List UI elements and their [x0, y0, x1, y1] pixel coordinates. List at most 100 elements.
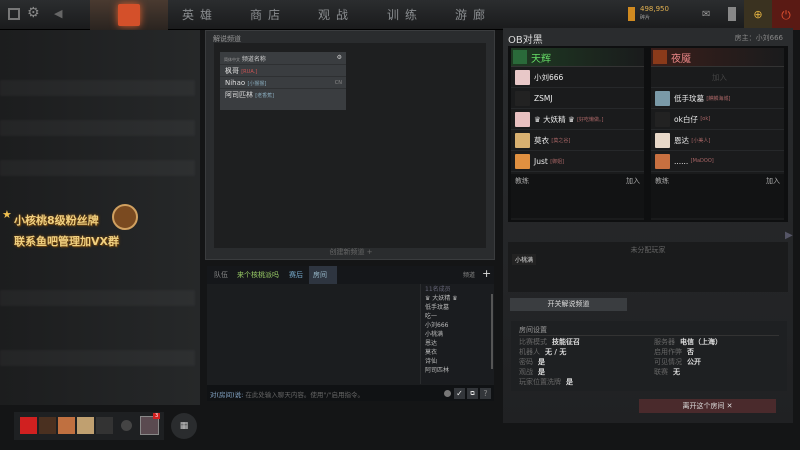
blurred-row [0, 160, 195, 176]
settings-icon[interactable] [121, 420, 132, 431]
player-tag: [御姐] [550, 158, 565, 165]
player-slot[interactable]: ♛ 大妖精 ♛ [好吃懒做。] [511, 109, 644, 130]
setting-value: 否 [687, 348, 694, 356]
popout-icon[interactable]: ⧉ [467, 388, 478, 399]
inventory-icon[interactable] [728, 7, 736, 21]
nav-store[interactable]: 商店 [250, 6, 286, 23]
tab-team[interactable]: 队伍 [214, 270, 228, 280]
party-avatar[interactable] [77, 417, 94, 434]
settings-title: 房间设置 [519, 325, 779, 336]
member-item[interactable]: 莫衣 [421, 347, 494, 356]
nav-arcade[interactable]: 游廊 [455, 6, 491, 23]
party-avatar[interactable] [58, 417, 75, 434]
member-item[interactable]: 小刘666 [421, 320, 494, 329]
unassigned-title: 未分配玩家 [630, 246, 666, 254]
scrollbar[interactable] [491, 294, 493, 369]
setting-label: 启用作弊 [654, 348, 682, 356]
player-slot[interactable]: 加入 [651, 67, 784, 88]
shard-icon [628, 7, 635, 21]
member-item[interactable]: 吃一 [421, 311, 494, 320]
member-item[interactable]: 低手玟墓 [421, 302, 494, 311]
channels-button[interactable]: 频道 [463, 270, 475, 279]
chat-channels-icon[interactable]: ▦ [171, 413, 197, 439]
dota-logo-button[interactable] [90, 0, 168, 30]
coach-join-button[interactable]: 加入 [626, 176, 640, 216]
add-channel-icon[interactable]: + [482, 267, 491, 280]
player-tag: [好吃懒做。] [577, 116, 604, 123]
tab-party[interactable]: 来个核桃派吗 [237, 270, 279, 280]
help-icon[interactable]: ? [480, 388, 491, 399]
player-slot[interactable]: 低手玟墓 [麒麟海城] [651, 88, 784, 109]
top-nav-bar: ⚙ ◀ 英雄 商店 观战 训练 游廊 498,950 碎片 ✉ ⊕ ⏻ [0, 0, 800, 30]
party-avatar[interactable] [39, 417, 56, 434]
chat-placeholder: 在此处输入聊天内容。使用"/"启用指令。 [245, 391, 365, 399]
chat-panel: 队伍 来个核桃派吗 赛后 房间 频道 + 11名成员 ♛ 大妖精 ♛ 低手玟墓 … [207, 266, 494, 401]
nav-heroes[interactable]: 英雄 [182, 6, 218, 23]
power-icon[interactable]: ⏻ [772, 0, 800, 30]
nav-watch[interactable]: 观战 [318, 6, 354, 23]
player-slot[interactable]: ZSMJ [511, 88, 644, 109]
setting-label: 玩家位置洗牌 [519, 378, 561, 386]
channel-row[interactable]: Nihao [小猴猴] CN [220, 76, 346, 88]
mail-icon[interactable]: ✉ [702, 9, 710, 20]
nav-learn[interactable]: 训练 [387, 6, 423, 23]
party-avatar[interactable] [20, 417, 37, 434]
unassigned-player[interactable]: 小桃满 [512, 254, 537, 265]
coach-label: 教练 [655, 177, 669, 185]
plus-icon[interactable]: ⊕ [744, 0, 772, 30]
emoji-icon[interactable] [444, 390, 451, 397]
player-avatar [515, 69, 530, 85]
member-item[interactable]: 诗仙 [421, 356, 494, 365]
player-name: 小刘666 [534, 72, 564, 82]
radiant-label: 天辉 [531, 53, 551, 65]
empty-party-slot[interactable] [96, 417, 113, 434]
radiant-icon [513, 50, 527, 64]
dota-menu-icon[interactable] [8, 8, 20, 20]
player-slot[interactable]: ok白仔 [ok] [651, 109, 784, 130]
player-tag: [ok] [700, 116, 711, 122]
dire-icon [653, 50, 667, 64]
setting-row: 服务器 电信（上海） [654, 337, 722, 347]
promo-line-1: 小核桃8级粉丝牌 [14, 214, 99, 227]
create-channel-button[interactable]: 创建新频道 + [206, 247, 496, 257]
gear-icon[interactable]: ⚙ [27, 5, 40, 21]
member-item[interactable]: 阿司匹林 [421, 365, 494, 374]
radiant-header: 天辉 [511, 48, 644, 67]
setting-label: 服务器 [654, 338, 675, 346]
member-item[interactable]: ♛ 大妖精 ♛ [421, 293, 494, 302]
player-tag: [莫之谷] [551, 137, 571, 144]
setting-label: 联赛 [654, 368, 668, 376]
setting-value: 无 [673, 368, 680, 376]
channel-row[interactable]: 枫哥 [RUA.] [220, 64, 346, 76]
member-item[interactable]: 恩达 [421, 338, 494, 347]
player-avatar [515, 111, 530, 127]
expand-arrow-icon[interactable]: ▶ [785, 230, 793, 241]
back-arrow-icon[interactable]: ◀ [54, 7, 62, 20]
tab-lobby[interactable]: 房间 [309, 266, 337, 284]
tab-postgame[interactable]: 赛后 [289, 270, 303, 280]
player-slot[interactable]: ...... [MaDOO] [651, 151, 784, 172]
settings-icon[interactable]: ⚙ [337, 54, 342, 62]
player-slot[interactable]: 小刘666 [511, 67, 644, 88]
player-slot[interactable]: 莫衣 [莫之谷] [511, 130, 644, 151]
player-name: ...... [674, 156, 689, 166]
dire-header: 夜魇 [651, 48, 784, 67]
channel-name: 阿司匹林 [225, 91, 253, 99]
channel-row[interactable]: 阿司匹林 [老香蕉] [220, 88, 346, 100]
player-name: 低手玟墓 [674, 93, 704, 103]
channel-list-header: 简体中文 频道名称 ⚙ [220, 52, 346, 64]
player-avatar [655, 153, 670, 169]
join-slot-button[interactable]: 加入 [712, 72, 727, 83]
toggle-broadcast-button[interactable]: 开关解说频道 [510, 298, 627, 311]
player-name: ok白仔 [674, 114, 698, 124]
member-item[interactable]: 小桃满 [421, 329, 494, 338]
player-slot[interactable]: 恩达 [小美人] [651, 130, 784, 151]
shards-label: 碎片 [640, 15, 651, 21]
player-name: 恩达 [674, 135, 689, 145]
player-slot[interactable]: Just [御姐] [511, 151, 644, 172]
leave-lobby-button[interactable]: 离开这个房间 ✕ [639, 399, 776, 413]
player-name: 莫衣 [534, 135, 549, 145]
check-icon[interactable]: ✓ [454, 388, 465, 399]
channel-name: 枫哥 [225, 67, 239, 75]
coach-join-button[interactable]: 加入 [766, 176, 780, 216]
